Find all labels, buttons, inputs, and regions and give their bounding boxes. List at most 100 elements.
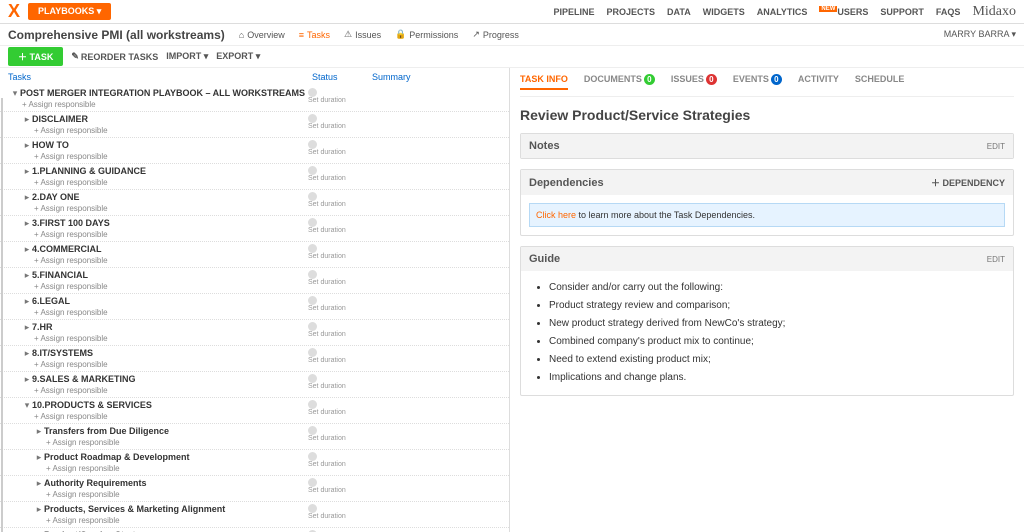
tab-issues[interactable]: ⚠ Issues (344, 29, 381, 40)
expand-icon[interactable]: ▸ (22, 140, 32, 151)
col-tasks[interactable]: Tasks (8, 72, 312, 82)
assign-responsible[interactable]: + Assign responsible (10, 100, 308, 109)
expand-icon[interactable]: ▸ (22, 218, 32, 229)
tab-permissions[interactable]: 🔒 Permissions (395, 29, 458, 40)
assign-responsible[interactable]: + Assign responsible (22, 412, 308, 421)
status-dot[interactable] (308, 478, 317, 487)
status-dot[interactable] (308, 244, 317, 253)
expand-icon[interactable]: ▸ (22, 166, 32, 177)
status-dot[interactable] (308, 140, 317, 149)
detail-tab-documents[interactable]: DOCUMENTS0 (584, 74, 655, 90)
topnav-projects[interactable]: PROJECTS (607, 7, 656, 17)
task-row[interactable]: ▸3.FIRST 100 DAYS+ Assign responsibleSet… (0, 216, 509, 242)
assign-responsible[interactable]: + Assign responsible (34, 490, 308, 499)
assign-responsible[interactable]: + Assign responsible (22, 126, 308, 135)
add-dependency-button[interactable]: ＋ DEPENDENCY (931, 176, 1005, 189)
set-duration[interactable]: Set duration (308, 435, 346, 442)
detail-tab-events[interactable]: EVENTS0 (733, 74, 782, 90)
expand-icon[interactable]: ▸ (22, 270, 32, 281)
set-duration[interactable]: Set duration (308, 175, 346, 182)
topnav-widgets[interactable]: WIDGETS (703, 7, 745, 17)
task-row[interactable]: ▸9.SALES & MARKETING+ Assign responsible… (0, 372, 509, 398)
expand-icon[interactable]: ▸ (22, 244, 32, 255)
deps-learn-link[interactable]: Click here (536, 210, 576, 220)
assign-responsible[interactable]: + Assign responsible (22, 334, 308, 343)
col-status[interactable]: Status (312, 72, 372, 82)
expand-icon[interactable]: ▸ (22, 192, 32, 203)
assign-responsible[interactable]: + Assign responsible (34, 464, 308, 473)
expand-icon[interactable]: ▸ (22, 296, 32, 307)
set-duration[interactable]: Set duration (308, 357, 346, 364)
expand-icon[interactable]: ▸ (22, 348, 32, 359)
set-duration[interactable]: Set duration (308, 149, 346, 156)
status-dot[interactable] (308, 374, 317, 383)
expand-icon[interactable]: ▸ (34, 478, 44, 489)
export-button[interactable]: EXPORT ▾ (216, 51, 260, 62)
set-duration[interactable]: Set duration (308, 461, 346, 468)
detail-tab-issues[interactable]: ISSUES0 (671, 74, 717, 90)
notes-edit-button[interactable]: EDIT (987, 142, 1005, 151)
set-duration[interactable]: Set duration (308, 253, 346, 260)
status-dot[interactable] (308, 218, 317, 227)
detail-tab-schedule[interactable]: SCHEDULE (855, 74, 905, 90)
assign-responsible[interactable]: + Assign responsible (22, 256, 308, 265)
topnav-support[interactable]: SUPPORT (880, 7, 924, 17)
set-duration[interactable]: Set duration (308, 201, 346, 208)
assign-responsible[interactable]: + Assign responsible (22, 308, 308, 317)
expand-icon[interactable]: ▸ (34, 504, 44, 515)
assign-responsible[interactable]: + Assign responsible (22, 178, 308, 187)
assign-responsible[interactable]: + Assign responsible (22, 360, 308, 369)
assign-responsible[interactable]: + Assign responsible (22, 386, 308, 395)
topnav-users[interactable]: USERS (837, 7, 868, 17)
expand-icon[interactable]: ▸ (22, 114, 32, 125)
task-row[interactable]: ▸Products, Services & Marketing Alignmen… (0, 502, 509, 528)
assign-responsible[interactable]: + Assign responsible (22, 204, 308, 213)
set-duration[interactable]: Set duration (308, 409, 346, 416)
set-duration[interactable]: Set duration (308, 123, 346, 130)
task-row[interactable]: ▸HOW TO+ Assign responsibleSet duration (0, 138, 509, 164)
topnav-data[interactable]: DATA (667, 7, 691, 17)
expand-icon[interactable]: ▾ (10, 88, 20, 99)
guide-edit-button[interactable]: EDIT (987, 255, 1005, 264)
status-dot[interactable] (308, 270, 317, 279)
task-row[interactable]: ▸4.COMMERCIAL+ Assign responsibleSet dur… (0, 242, 509, 268)
topnav-pipeline[interactable]: PIPELINE (554, 7, 595, 17)
set-duration[interactable]: Set duration (308, 279, 346, 286)
status-dot[interactable] (308, 296, 317, 305)
task-row[interactable]: ▸7.HR+ Assign responsibleSet duration (0, 320, 509, 346)
status-dot[interactable] (308, 452, 317, 461)
status-dot[interactable] (308, 400, 317, 409)
set-duration[interactable]: Set duration (308, 487, 346, 494)
task-row[interactable]: ▸1.PLANNING & GUIDANCE+ Assign responsib… (0, 164, 509, 190)
task-row[interactable]: ▸Transfers from Due Diligence+ Assign re… (0, 424, 509, 450)
status-dot[interactable] (308, 114, 317, 123)
set-duration[interactable]: Set duration (308, 513, 346, 520)
status-dot[interactable] (308, 322, 317, 331)
status-dot[interactable] (308, 426, 317, 435)
assign-responsible[interactable]: + Assign responsible (34, 438, 308, 447)
add-task-button[interactable]: ＋ TASK (8, 47, 63, 66)
set-duration[interactable]: Set duration (308, 305, 346, 312)
detail-tab-task-info[interactable]: TASK INFO (520, 74, 568, 90)
expand-icon[interactable]: ▸ (34, 426, 44, 437)
task-row[interactable]: ▸8.IT/SYSTEMS+ Assign responsibleSet dur… (0, 346, 509, 372)
col-summary[interactable]: Summary (372, 72, 501, 82)
status-dot[interactable] (308, 504, 317, 513)
assign-responsible[interactable]: + Assign responsible (22, 152, 308, 161)
expand-icon[interactable]: ▸ (22, 374, 32, 385)
set-duration[interactable]: Set duration (308, 331, 346, 338)
task-row[interactable]: ▸DISCLAIMER+ Assign responsibleSet durat… (0, 112, 509, 138)
assign-responsible[interactable]: + Assign responsible (22, 230, 308, 239)
status-dot[interactable] (308, 348, 317, 357)
assign-responsible[interactable]: + Assign responsible (22, 282, 308, 291)
task-row[interactable]: ▾POST MERGER INTEGRATION PLAYBOOK – ALL … (0, 86, 509, 112)
task-row[interactable]: ▾10.PRODUCTS & SERVICES+ Assign responsi… (0, 398, 509, 424)
user-menu[interactable]: MARRY BARRA ▾ (944, 29, 1016, 40)
task-row[interactable]: ▸5.FINANCIAL+ Assign responsibleSet dura… (0, 268, 509, 294)
tab-overview[interactable]: ⌂ Overview (239, 29, 285, 40)
task-row[interactable]: ▸Authority Requirements+ Assign responsi… (0, 476, 509, 502)
set-duration[interactable]: Set duration (308, 97, 346, 104)
task-row[interactable]: ▸Product Roadmap & Development+ Assign r… (0, 450, 509, 476)
reorder-button[interactable]: ✎ REORDER TASKS (71, 51, 158, 62)
status-dot[interactable] (308, 192, 317, 201)
